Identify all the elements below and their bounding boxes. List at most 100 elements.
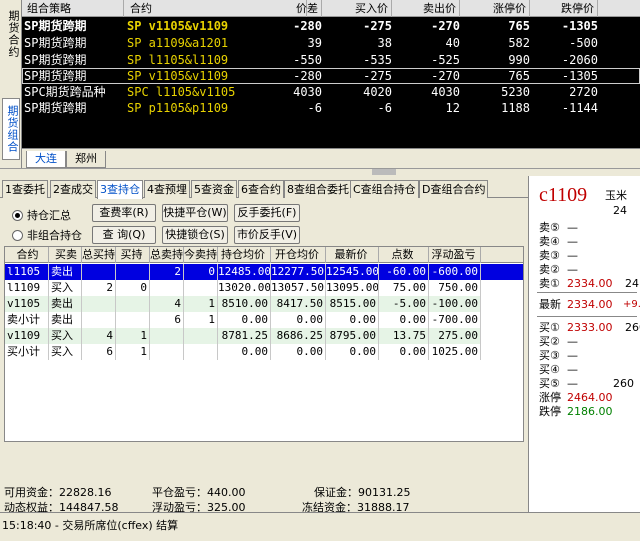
- cell: 0.00: [326, 344, 379, 360]
- col-header-last[interactable]: 最新价: [326, 247, 379, 263]
- quick-lock-button[interactable]: 快捷锁仓(S): [162, 226, 228, 244]
- col-header-bid[interactable]: 买入价: [322, 0, 392, 17]
- col-header-ask[interactable]: 卖出价: [392, 0, 460, 17]
- col-header-contract[interactable]: 合约: [5, 247, 49, 263]
- quote-bid: -6: [377, 101, 392, 115]
- table-row-subtotal[interactable]: 卖小计 卖出 6 1 0.00 0.00 0.00 0.00 -700.00: [5, 312, 523, 328]
- cell: [116, 296, 150, 312]
- col-header-spread[interactable]: 价差: [252, 0, 322, 17]
- cell: 1: [184, 296, 218, 312]
- tab-query-funds[interactable]: 5查资金: [191, 180, 237, 198]
- reverse-order-button[interactable]: 反手委托(F): [234, 204, 300, 222]
- level-label: 卖④: [539, 235, 560, 248]
- cell: 750.00: [429, 280, 481, 296]
- tab-query-positions[interactable]: 3查持仓: [97, 180, 143, 199]
- cell: 0.00: [271, 344, 326, 360]
- col-header-limit-down[interactable]: 跌停价: [532, 0, 598, 17]
- table-row[interactable]: v1105 卖出 4 1 8510.00 8417.50 8515.00 -5.00 -100.…: [5, 296, 523, 312]
- cell: 6: [150, 312, 184, 328]
- tab-query-preorders[interactable]: 4查预埋: [144, 180, 190, 198]
- quote-row-selected[interactable]: SP期货跨期 SP v1105&v1109 -280 -275 -270 765…: [22, 68, 640, 84]
- quote-limit-up: 1188: [501, 101, 530, 115]
- tab-query-contracts[interactable]: 6查合约: [238, 180, 284, 198]
- cell: 0.00: [379, 344, 429, 360]
- quote-row[interactable]: SP期货跨期 SP a1109&a1201 39 38 40 582 -500: [22, 35, 640, 51]
- quote-row[interactable]: SP期货跨期 SP l1105&l1109 -550 -535 -525 990…: [22, 52, 640, 68]
- quote-limit-down: 2720: [569, 85, 598, 99]
- tab-query-combo-positions[interactable]: C查组合持仓: [350, 180, 419, 198]
- quote-bid: -275: [363, 69, 392, 83]
- col-header-limit-up[interactable]: 涨停价: [460, 0, 530, 17]
- radio-non-combo-position[interactable]: 非组合持仓: [12, 227, 82, 243]
- tab-query-trades[interactable]: 2查成交: [50, 180, 96, 198]
- cell: 8781.25: [218, 328, 271, 344]
- tab-dalian[interactable]: 大连: [26, 151, 66, 168]
- collapse-arrow-icon[interactable]: [372, 169, 396, 175]
- table-row-subtotal[interactable]: 买小计 买入 6 1 0.00 0.00 0.00 0.00 1025.00: [5, 344, 523, 360]
- quote-ask: -525: [431, 53, 460, 67]
- table-row[interactable]: l1109 买入 2 0 13020.00 13057.50 13095.00 75.00 75…: [5, 280, 523, 296]
- quote-row[interactable]: SP期货跨期 SP v1105&v1109 -280 -275 -270 765…: [22, 18, 640, 34]
- account-summary: 可用资金：22828.16 动态权益：144847.58 平仓盈亏：440.00…: [4, 482, 524, 514]
- level-label: 买②: [539, 335, 560, 348]
- depth-contract-code: c1109: [539, 184, 588, 206]
- exchange-tab-bar: 大连 郑州: [22, 148, 640, 168]
- col-header-points[interactable]: 点数: [379, 247, 429, 263]
- tab-query-orders[interactable]: 1查委托: [2, 180, 48, 198]
- radio-label: 非组合持仓: [27, 229, 82, 242]
- query-button[interactable]: 查 询(Q): [92, 226, 156, 244]
- cell: 8795.00: [326, 328, 379, 344]
- col-header-pos-avg[interactable]: 持仓均价: [218, 247, 271, 263]
- ask-level-3: 卖③ —: [539, 249, 639, 263]
- tab-futures-combos[interactable]: 期货组合: [2, 98, 20, 160]
- cell: 1025.00: [429, 344, 481, 360]
- quote-strategy: SP期货跨期: [24, 19, 87, 33]
- quote-spread: -280: [293, 19, 322, 33]
- ask-level-1[interactable]: 卖① 2334.00 24: [539, 277, 639, 291]
- cell: 13.75: [379, 328, 429, 344]
- cell: 8510.00: [218, 296, 271, 312]
- table-row-selected[interactable]: l1105 卖出 2 0 12485.00 12277.50 12545.00 -60.00-…: [5, 264, 523, 280]
- col-header-long[interactable]: 买持: [116, 247, 150, 263]
- check-fee-rate-button[interactable]: 查费率(R): [92, 204, 156, 222]
- col-header-float-pl[interactable]: 浮动盈亏: [429, 247, 481, 263]
- col-header-open-avg[interactable]: 开仓均价: [271, 247, 326, 263]
- limit-up-row: 涨停 2464.00: [539, 391, 639, 405]
- cell: -5.00: [379, 296, 429, 312]
- depth-contract-name: 玉米: [605, 189, 627, 202]
- tab-query-combo-contracts[interactable]: D查组合合约: [419, 180, 489, 198]
- col-header-total-short[interactable]: 总卖持: [150, 247, 184, 263]
- col-header-today-short[interactable]: 今卖持: [184, 247, 218, 263]
- col-header-side[interactable]: 买卖: [49, 247, 82, 263]
- col-header-strategy[interactable]: 组合策略: [24, 0, 124, 17]
- left-vertical-tabs: 期货合约 期货组合: [0, 0, 22, 168]
- cell: -100.00: [429, 296, 481, 312]
- quote-bid: -275: [363, 19, 392, 33]
- status-bar: 15:18:40 - 交易所席位(cffex) 结算: [0, 512, 640, 541]
- quote-row[interactable]: SP期货跨期 SP p1105&p1109 -6 -6 12 1188 -114…: [22, 100, 640, 116]
- table-row[interactable]: v1109 买入 4 1 8781.25 8686.25 8795.00 13.75 275.0…: [5, 328, 523, 344]
- quote-row[interactable]: SPC期货跨品种 SPC l1105&v1105 4030 4020 4030 …: [22, 84, 640, 100]
- tab-futures-contracts[interactable]: 期货合约: [2, 10, 20, 58]
- positions-table: 合约 买卖 总买持 买持 总卖持 今卖持 持仓均价 开仓均价 最新价 点数 浮动…: [4, 246, 524, 442]
- margin: 保证金：90131.25: [314, 486, 411, 499]
- tab-query-combo-orders[interactable]: 8查组合委托: [284, 180, 352, 198]
- pane-splitter[interactable]: [0, 168, 640, 176]
- radio-position-summary[interactable]: 持仓汇总: [12, 207, 71, 223]
- level-price: —: [567, 235, 578, 248]
- quick-close-button[interactable]: 快捷平仓(W): [162, 204, 228, 222]
- bid-level-1[interactable]: 买① 2333.00 260: [539, 321, 640, 335]
- quote-panel: 期货合约 期货组合 组合策略 合约 价差 买入价 卖出价 涨停价 跌停价 SP期…: [0, 0, 640, 168]
- market-reverse-button[interactable]: 市价反手(V): [234, 226, 300, 244]
- cell: 卖出: [49, 264, 82, 280]
- tab-zhengzhou[interactable]: 郑州: [66, 151, 106, 168]
- cell: 1: [116, 344, 150, 360]
- level-volume: 260: [625, 321, 640, 334]
- cell: [184, 280, 218, 296]
- quote-limit-down: -1305: [561, 19, 598, 33]
- cell: 买小计: [5, 344, 49, 360]
- cell: 0.00: [218, 344, 271, 360]
- col-header-total-long[interactable]: 总买持: [82, 247, 116, 263]
- cell: 0.00: [271, 312, 326, 328]
- order-pane: 1查委托 2查成交 3查持仓 4查预埋 5查资金 6查合约 8查组合委托 C查组…: [0, 176, 528, 514]
